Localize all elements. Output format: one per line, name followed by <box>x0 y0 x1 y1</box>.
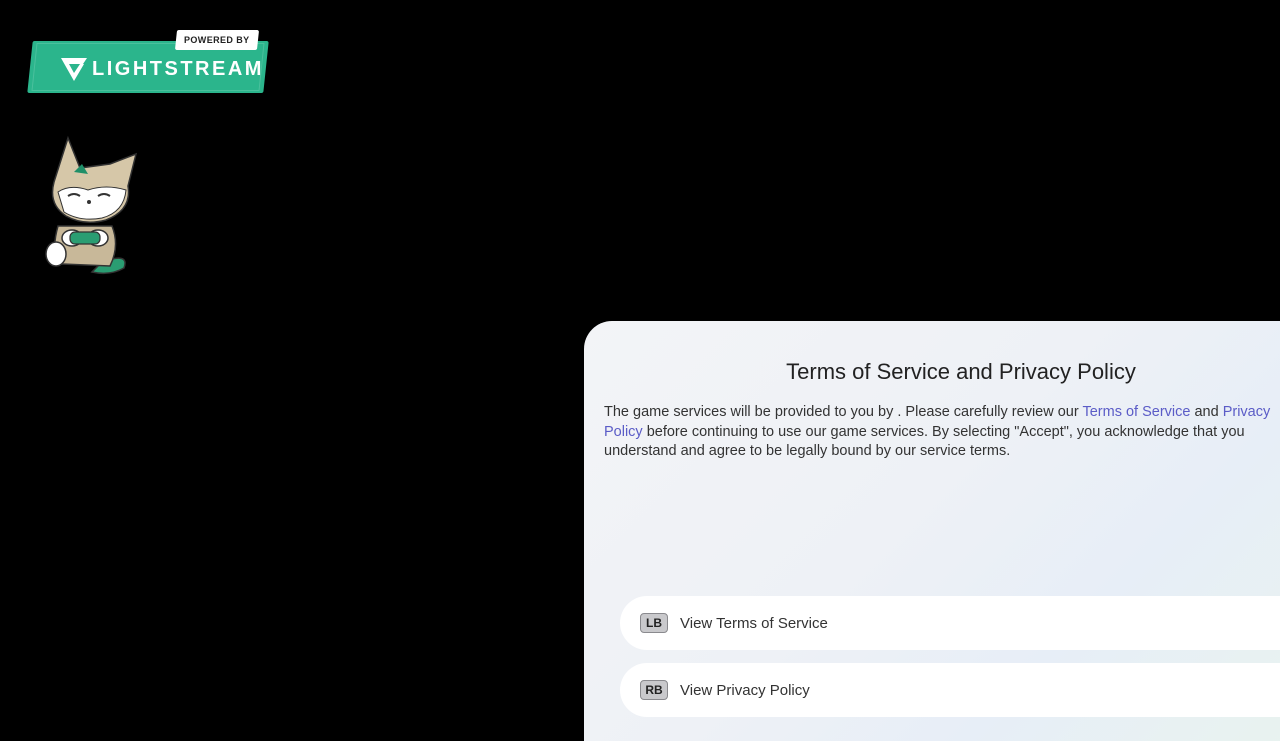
fox-gamer-mascot-icon <box>45 135 138 275</box>
lb-button-icon: LB <box>640 613 668 633</box>
body-text-part2: and <box>1190 404 1223 420</box>
view-privacy-label: View Privacy Policy <box>680 681 810 699</box>
rb-button-icon: RB <box>640 680 668 700</box>
terms-of-service-link[interactable]: Terms of Service <box>1082 404 1190 420</box>
view-privacy-policy-button[interactable]: RB View Privacy Policy <box>620 663 1280 717</box>
powered-by-lightstream-badge: LIGHTSTREAM POWERED BY <box>27 30 270 94</box>
body-text-part1: The game services will be provided to yo… <box>604 404 1083 420</box>
powered-by-label: POWERED BY <box>174 30 259 50</box>
view-terms-of-service-button[interactable]: LB View Terms of Service <box>620 596 1280 650</box>
terms-dialog: Terms of Service and Privacy Policy The … <box>584 321 1280 741</box>
view-terms-label: View Terms of Service <box>680 614 828 632</box>
lightstream-logo-icon <box>61 58 87 81</box>
body-text-part3: before continuing to use our game servic… <box>604 423 1245 460</box>
dialog-title: Terms of Service and Privacy Policy <box>786 359 1136 384</box>
lightstream-wordmark: LIGHTSTREAM <box>92 58 264 80</box>
dialog-body-text: The game services will be provided to yo… <box>604 403 1280 462</box>
